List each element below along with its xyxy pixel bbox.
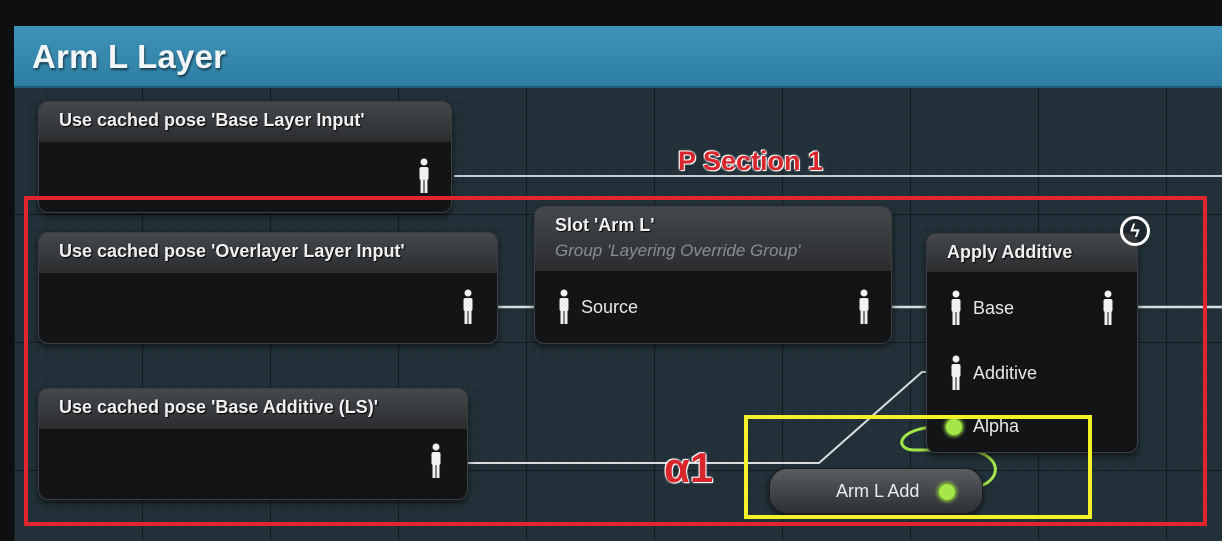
section-label: P Section 1 — [678, 146, 824, 176]
alpha-label: α1 — [664, 444, 714, 491]
node-title: Use cached pose 'Base Layer Input' — [59, 110, 365, 130]
output-pose-pin[interactable] — [417, 158, 431, 194]
alpha-highlight-box — [744, 415, 1092, 519]
node-header: Use cached pose 'Base Layer Input' — [39, 102, 451, 142]
anim-graph-panel: Arm L Layer Use cached pose 'Base Layer … — [14, 26, 1222, 541]
pose-icon — [419, 158, 429, 193]
